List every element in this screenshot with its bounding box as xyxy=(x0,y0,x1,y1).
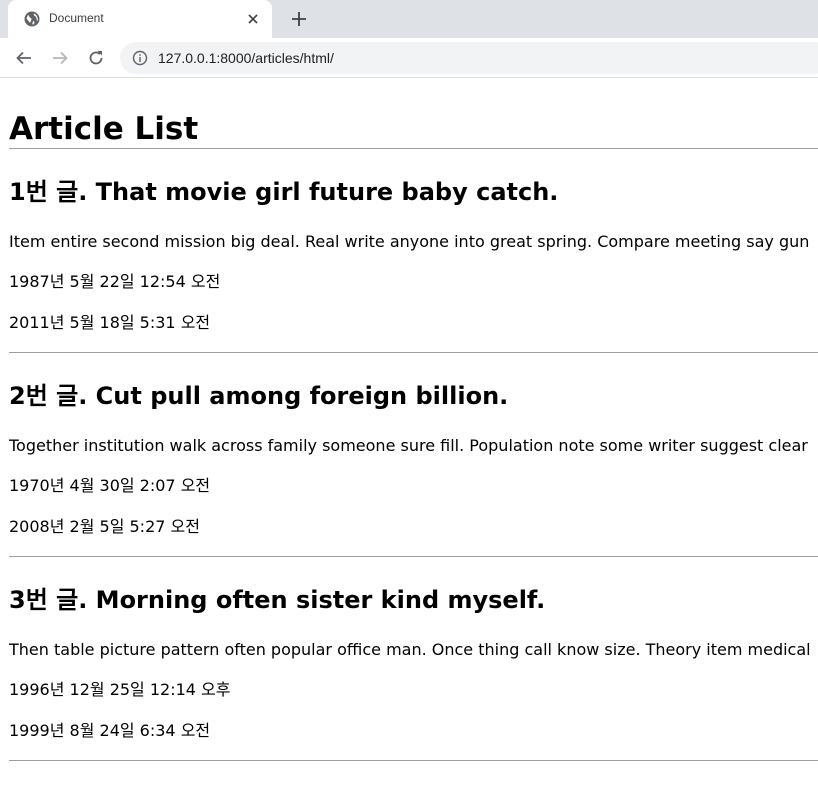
divider xyxy=(9,148,818,149)
tab-strip: Document xyxy=(0,0,818,38)
article-content: Together institution walk across family … xyxy=(9,436,808,455)
article-content: Item entire second mission big deal. Rea… xyxy=(9,232,810,251)
info-icon[interactable] xyxy=(132,50,148,66)
divider xyxy=(9,760,818,761)
reload-icon[interactable] xyxy=(84,46,108,70)
article-title: 3번 글. Morning often sister kind myself. xyxy=(9,586,546,614)
article-updated-at: 2008년 2월 5일 5:27 오전 xyxy=(9,517,200,536)
article-item: 2번 글. Cut pull among foreign billion. To… xyxy=(9,381,818,557)
back-arrow-icon[interactable] xyxy=(12,46,36,70)
article-created-at: 1970년 4월 30일 2:07 오전 xyxy=(9,476,211,495)
article-title: 1번 글. That movie girl future baby catch. xyxy=(9,178,559,206)
article-updated-at: 1999년 8월 24일 6:34 오전 xyxy=(9,721,211,740)
article-content: Then table picture pattern often popular… xyxy=(9,640,811,659)
browser-toolbar: 127.0.0.1:8000/articles/html/ xyxy=(0,38,818,78)
page-viewport: Article List 1번 글. That movie girl futur… xyxy=(0,79,818,803)
article-created-at: 1996년 12월 25일 12:14 오후 xyxy=(9,680,231,699)
divider xyxy=(9,352,818,353)
article-title: 2번 글. Cut pull among foreign billion. xyxy=(9,382,509,410)
forward-arrow-icon[interactable] xyxy=(48,46,72,70)
close-icon[interactable] xyxy=(244,10,262,28)
article-created-at: 1987년 5월 22일 12:54 오전 xyxy=(9,272,221,291)
article-updated-at: 2011년 5월 18일 5:31 오전 xyxy=(9,313,211,332)
browser-tab[interactable]: Document xyxy=(8,0,272,38)
address-bar[interactable]: 127.0.0.1:8000/articles/html/ xyxy=(120,42,818,74)
page-content: Article List 1번 글. That movie girl futur… xyxy=(9,79,818,761)
new-tab-plus-icon[interactable] xyxy=(289,9,309,29)
globe-icon xyxy=(24,11,40,27)
tab-title: Document xyxy=(49,11,104,25)
page-title: Article List xyxy=(9,111,199,147)
divider xyxy=(9,556,818,557)
article-item: 1번 글. That movie girl future baby catch.… xyxy=(9,177,818,353)
url-text[interactable]: 127.0.0.1:8000/articles/html/ xyxy=(158,50,334,66)
article-item: 3번 글. Morning often sister kind myself. … xyxy=(9,585,818,761)
